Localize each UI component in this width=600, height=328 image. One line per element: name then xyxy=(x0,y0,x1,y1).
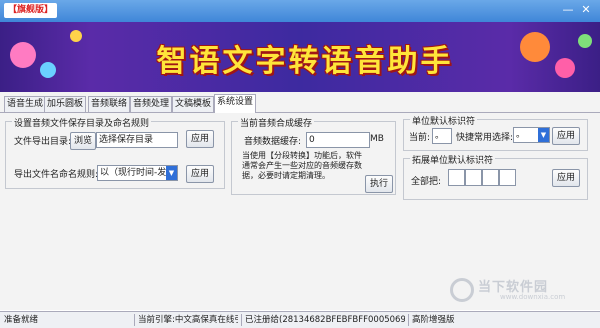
tab-doc-template[interactable]: 文稿模板 xyxy=(172,96,215,112)
apply-save-dir-button[interactable]: 应用 xyxy=(186,130,214,148)
status-ready: 准备就绪 xyxy=(4,315,39,325)
chevron-down-icon[interactable]: ▼ xyxy=(166,166,177,180)
tab-audio-link[interactable]: 音频联络 xyxy=(88,96,131,112)
execute-button[interactable]: 执行 xyxy=(365,175,393,193)
watermark-url: www.downxia.com xyxy=(500,293,566,301)
minimize-icon[interactable]: — xyxy=(560,3,576,17)
tab-system-settings[interactable]: 系统设置 xyxy=(214,94,257,113)
quick-select-label: 快捷常用选择: xyxy=(456,133,514,143)
unit-box-4[interactable] xyxy=(499,169,516,186)
status-separator xyxy=(241,314,242,326)
decor-ball-icon xyxy=(555,58,575,78)
save-dir-group-label: 设置音频文件保存目录及命名规则 xyxy=(12,116,152,129)
watermark-logo-icon xyxy=(450,278,474,302)
cache-note: 当使用【分段转换】功能后，软件通常会产生一些对应的音频缓存数据，必要时请定期清理… xyxy=(242,151,362,180)
banner: 智语文字转语音助手 xyxy=(0,22,600,92)
current-unit-input[interactable]: 。 xyxy=(432,128,452,144)
unit-ext-group-label: 拓展单位默认标识符 xyxy=(410,153,496,166)
tab-bar: 语音生成 加乐圆板 音频联络 音频处理 文稿模板 系统设置 xyxy=(0,92,600,113)
apply-naming-button[interactable]: 应用 xyxy=(186,165,214,183)
status-engine: 当前引擎:中文高保真在线引 xyxy=(138,315,238,325)
unit-box-3[interactable] xyxy=(482,169,499,186)
tab-bgm[interactable]: 加乐圆板 xyxy=(44,96,87,112)
banner-title: 智语文字转语音助手 xyxy=(156,44,454,79)
all-label: 全部把: xyxy=(411,177,442,187)
decor-ball-icon xyxy=(40,62,56,78)
decor-ball-icon xyxy=(10,42,36,68)
save-dir-input[interactable]: 选择保存目录 xyxy=(96,132,178,148)
window-title: 【旗舰版】 xyxy=(4,3,58,18)
unit-box-1[interactable] xyxy=(448,169,465,186)
title-bar: 【旗舰版】 — ✕ xyxy=(0,0,600,22)
status-separator xyxy=(408,314,409,326)
naming-rule-label: 导出文件名命名规则: xyxy=(14,170,99,180)
tab-speech-gen[interactable]: 语音生成 xyxy=(4,96,47,112)
browse-button[interactable]: 浏览 xyxy=(70,132,96,150)
decor-ball-icon xyxy=(578,34,592,48)
unit-default-group-label: 单位默认标识符 xyxy=(410,114,478,127)
chevron-down-icon[interactable]: ▼ xyxy=(538,128,549,142)
naming-rule-value: 以（现行时间-发 xyxy=(100,168,167,178)
tab-audio-process[interactable]: 音频处理 xyxy=(130,96,173,112)
close-icon[interactable]: ✕ xyxy=(578,3,594,17)
settings-panel: 设置音频文件保存目录及命名规则 文件导出目录: 浏览 选择保存目录 应用 导出文… xyxy=(0,113,600,310)
quick-select-value: 。 xyxy=(516,130,526,140)
quick-select[interactable]: 。 ▼ xyxy=(513,127,550,143)
naming-rule-select[interactable]: 以（现行时间-发 ▼ xyxy=(97,165,178,181)
apply-unit-button[interactable]: 应用 xyxy=(552,127,580,145)
unit-box-2[interactable] xyxy=(465,169,482,186)
status-separator xyxy=(134,314,135,326)
cache-label: 音频数据缓存: xyxy=(244,137,302,147)
export-dir-label: 文件导出目录: xyxy=(14,137,72,147)
decor-ball-icon xyxy=(520,32,550,62)
current-label: 当前: xyxy=(409,133,431,143)
apply-unit-ext-button[interactable]: 应用 xyxy=(552,169,580,187)
cache-group-label: 当前音频合成缓存 xyxy=(238,116,315,129)
status-edition: 高阶增强版 xyxy=(412,315,455,325)
status-bar: 准备就绪 当前引擎:中文高保真在线引 已注册给(28134682BFEBFBFF… xyxy=(0,311,600,328)
cache-size-input[interactable]: 0 xyxy=(306,132,370,148)
decor-ball-icon xyxy=(70,30,82,42)
cache-unit: MB xyxy=(370,134,384,144)
status-registered: 已注册给(28134682BFEBFBFF000506968) xyxy=(245,315,405,325)
